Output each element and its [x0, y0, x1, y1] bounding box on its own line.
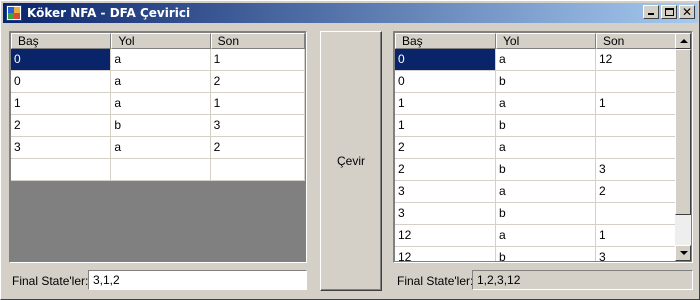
table-cell[interactable]: b: [496, 247, 596, 261]
table-cell[interactable]: a: [496, 49, 596, 71]
window-title: Köker NFA - DFA Çevirici: [27, 6, 191, 20]
table-cell[interactable]: 3: [11, 137, 112, 159]
dfa-final-states-field[interactable]: 1,2,3,12: [472, 270, 693, 290]
table-cell[interactable]: a: [111, 93, 211, 115]
table-cell[interactable]: 0: [11, 49, 112, 71]
table-cell[interactable]: 1: [596, 225, 678, 247]
grid-header: Baş Yol Son: [11, 33, 305, 49]
nfa-transition-grid[interactable]: Baş Yol Son 0a10a21a12b33a2: [9, 31, 307, 263]
table-cell[interactable]: 3: [596, 247, 678, 261]
scroll-up-button[interactable]: [675, 33, 691, 49]
table-row[interactable]: 1a1: [11, 93, 305, 115]
table-row[interactable]: 3a2: [11, 137, 305, 159]
table-cell[interactable]: [11, 159, 112, 181]
column-header-bas[interactable]: Baş: [395, 33, 496, 49]
title-bar[interactable]: Köker NFA - DFA Çevirici ✕: [3, 3, 698, 23]
vertical-scrollbar[interactable]: [675, 33, 691, 261]
table-cell[interactable]: a: [496, 137, 596, 159]
close-button[interactable]: ✕: [679, 5, 695, 19]
table-cell[interactable]: 12: [395, 247, 496, 261]
table-cell[interactable]: 1: [210, 93, 305, 115]
table-cell[interactable]: b: [496, 203, 596, 225]
dfa-final-states-label: Final State'ler:: [397, 274, 474, 288]
table-cell[interactable]: b: [496, 159, 596, 181]
table-cell[interactable]: a: [496, 225, 596, 247]
table-cell[interactable]: 1: [11, 93, 112, 115]
table-cell[interactable]: [596, 137, 678, 159]
table-cell[interactable]: 2: [395, 137, 496, 159]
table-cell[interactable]: [596, 203, 678, 225]
table-row[interactable]: 0b: [395, 71, 691, 93]
table-cell[interactable]: 2: [210, 71, 305, 93]
close-icon: ✕: [681, 5, 693, 19]
minimize-button[interactable]: [643, 5, 659, 19]
table-cell[interactable]: 3: [395, 203, 496, 225]
table-row[interactable]: 1b: [395, 115, 691, 137]
table-cell[interactable]: 2: [11, 115, 112, 137]
table-row[interactable]: 12 b 3: [395, 247, 691, 261]
table-cell[interactable]: [596, 115, 678, 137]
convert-button[interactable]: Çevir: [320, 31, 382, 291]
scroll-thumb[interactable]: [675, 49, 691, 215]
table-cell[interactable]: a: [111, 137, 211, 159]
table-cell[interactable]: b: [496, 71, 596, 93]
maximize-button[interactable]: [661, 5, 677, 19]
table-row[interactable]: 12 a 1: [395, 225, 691, 247]
table-cell[interactable]: b: [111, 115, 211, 137]
table-cell[interactable]: a: [111, 49, 211, 71]
table-cell[interactable]: b: [496, 115, 596, 137]
maximize-icon: [665, 8, 674, 16]
table-cell[interactable]: [210, 159, 305, 181]
table-cell[interactable]: [596, 71, 678, 93]
table-row[interactable]: 3a2: [395, 181, 691, 203]
convert-button-label: Çevir: [336, 154, 365, 168]
table-cell[interactable]: 3: [210, 115, 305, 137]
column-header-son[interactable]: Son: [596, 33, 678, 49]
table-row[interactable]: [11, 159, 305, 181]
table-cell[interactable]: 3: [395, 181, 496, 203]
table-cell[interactable]: 2: [210, 137, 305, 159]
column-header-yol[interactable]: Yol: [111, 33, 211, 49]
table-cell[interactable]: 0: [11, 71, 112, 93]
dfa-final-states-value: 1,2,3,12: [477, 273, 521, 287]
minimize-icon: [648, 13, 654, 15]
table-cell[interactable]: a: [496, 93, 596, 115]
dfa-transition-grid[interactable]: Baş Yol Son 0 a 12 0 b 1 a 1 1 b 2 a 2 b 3 3 a 2 3 b 12 a 1 12 b…: [393, 31, 693, 263]
grid-header: Baş Yol Son: [395, 33, 691, 49]
arrow-down-icon: [680, 251, 688, 255]
app-icon[interactable]: [6, 5, 22, 21]
final-states-input[interactable]: 3,1,2: [88, 270, 307, 290]
column-header-bas[interactable]: Baş: [11, 33, 112, 49]
final-states-label: Final State'ler:: [12, 274, 89, 288]
table-cell[interactable]: 1: [596, 93, 678, 115]
table-cell[interactable]: 2: [395, 159, 496, 181]
table-row[interactable]: 2a: [395, 137, 691, 159]
table-cell[interactable]: 2: [596, 181, 678, 203]
table-row[interactable]: 2b3: [11, 115, 305, 137]
table-row[interactable]: 0 a 12: [395, 49, 691, 71]
table-cell[interactable]: a: [496, 181, 596, 203]
table-cell[interactable]: 0: [395, 71, 496, 93]
table-cell[interactable]: 12: [395, 225, 496, 247]
table-cell[interactable]: [111, 159, 211, 181]
table-row[interactable]: 3b: [395, 203, 691, 225]
arrow-up-icon: [680, 39, 688, 43]
table-cell[interactable]: 0: [395, 49, 496, 71]
table-row[interactable]: 2b3: [395, 159, 691, 181]
table-cell[interactable]: 1: [210, 49, 305, 71]
table-row[interactable]: 0a1: [11, 49, 305, 71]
table-cell[interactable]: 3: [596, 159, 678, 181]
table-row[interactable]: 0a2: [11, 71, 305, 93]
table-row[interactable]: 1a1: [395, 93, 691, 115]
final-states-value: 3,1,2: [93, 273, 120, 287]
scroll-down-button[interactable]: [675, 245, 691, 261]
main-window: Köker NFA - DFA Çevirici ✕ Baş Yol Son 0…: [0, 0, 700, 300]
table-cell[interactable]: 1: [395, 115, 496, 137]
column-header-yol[interactable]: Yol: [496, 33, 596, 49]
table-cell[interactable]: a: [111, 71, 211, 93]
table-cell[interactable]: 12: [596, 49, 678, 71]
column-header-son[interactable]: Son: [210, 33, 305, 49]
table-cell[interactable]: 1: [395, 93, 496, 115]
